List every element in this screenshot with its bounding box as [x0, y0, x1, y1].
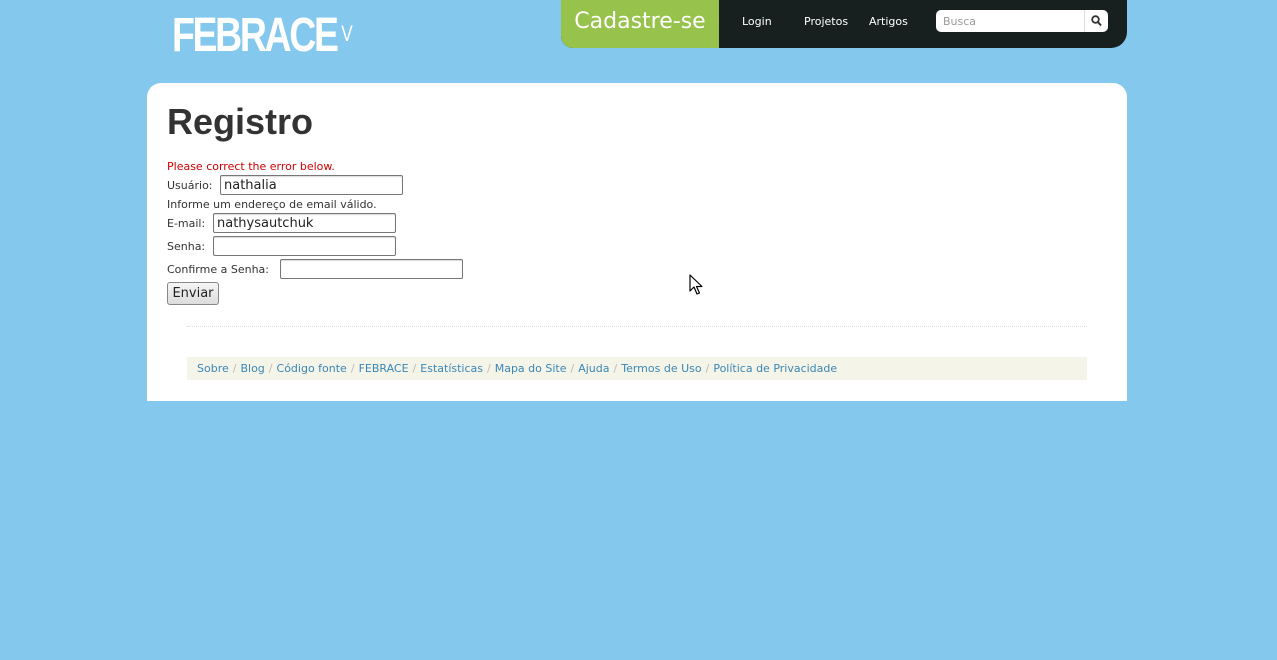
senha-label: Senha: — [167, 240, 206, 253]
footer-link-mapa-do-site[interactable]: Mapa do Site — [495, 362, 567, 375]
footer-separator: / — [268, 362, 273, 375]
footer-link-politica-de-privacidade[interactable]: Política de Privacidade — [713, 362, 837, 375]
footer-link-sobre[interactable]: Sobre — [197, 362, 229, 375]
enviar-button[interactable]: Enviar — [167, 282, 219, 305]
email-input[interactable] — [213, 213, 396, 233]
logo-superscript: V — [341, 21, 353, 46]
footer-link-ajuda[interactable]: Ajuda — [578, 362, 609, 375]
cadastre-se-button[interactable]: Cadastre-se — [561, 0, 719, 48]
footer-divider — [187, 326, 1087, 327]
footer-separator: / — [412, 362, 417, 375]
logo-text: FEBRACE — [172, 9, 339, 62]
page-title: Registro — [167, 101, 314, 142]
mouse-cursor-icon — [689, 274, 703, 295]
search-button[interactable] — [1084, 10, 1108, 32]
footer-separator: / — [487, 362, 491, 375]
footer-link-blog[interactable]: Blog — [240, 362, 264, 375]
confirme-senha-label: Confirme a Senha: — [167, 263, 269, 276]
nav-artigos-link[interactable]: Artigos — [869, 0, 908, 44]
search-box — [936, 10, 1108, 32]
footer-link-estatisticas[interactable]: Estatísticas — [420, 362, 483, 375]
confirme-senha-input[interactable] — [280, 259, 463, 279]
footer-separator: / — [232, 362, 237, 375]
email-error-message: Informe um endereço de email válido. — [167, 198, 377, 211]
registration-panel: Registro Please correct the error below.… — [147, 83, 1127, 401]
footer-separator: / — [613, 362, 618, 375]
footer-link-termos-de-uso[interactable]: Termos de Uso — [621, 362, 701, 375]
footer-separator: / — [705, 362, 710, 375]
footer-separator: / — [570, 362, 575, 375]
nav-login-link[interactable]: Login — [742, 0, 772, 44]
footer-link-codigo-fonte[interactable]: Código fonte — [277, 362, 347, 375]
usuario-input[interactable] — [220, 175, 403, 195]
senha-input[interactable] — [213, 236, 396, 256]
search-input[interactable] — [936, 10, 1083, 32]
top-navigation-bar: Cadastre-se Login Projetos Artigos — [561, 0, 1127, 48]
usuario-label: Usuário: — [167, 179, 213, 192]
footer-link-febrace[interactable]: FEBRACE — [359, 362, 409, 375]
footer-separator: / — [350, 362, 355, 375]
febrace-logo[interactable]: FEBRACE V — [172, 10, 353, 62]
nav-projetos-link[interactable]: Projetos — [804, 0, 848, 44]
footer-links-bar: Sobre / Blog / Código fonte / FEBRACE / Estatíst… — [187, 357, 1087, 380]
search-icon — [1091, 15, 1102, 27]
email-label: E-mail: — [167, 217, 206, 230]
form-error-message: Please correct the error below. — [167, 160, 335, 173]
